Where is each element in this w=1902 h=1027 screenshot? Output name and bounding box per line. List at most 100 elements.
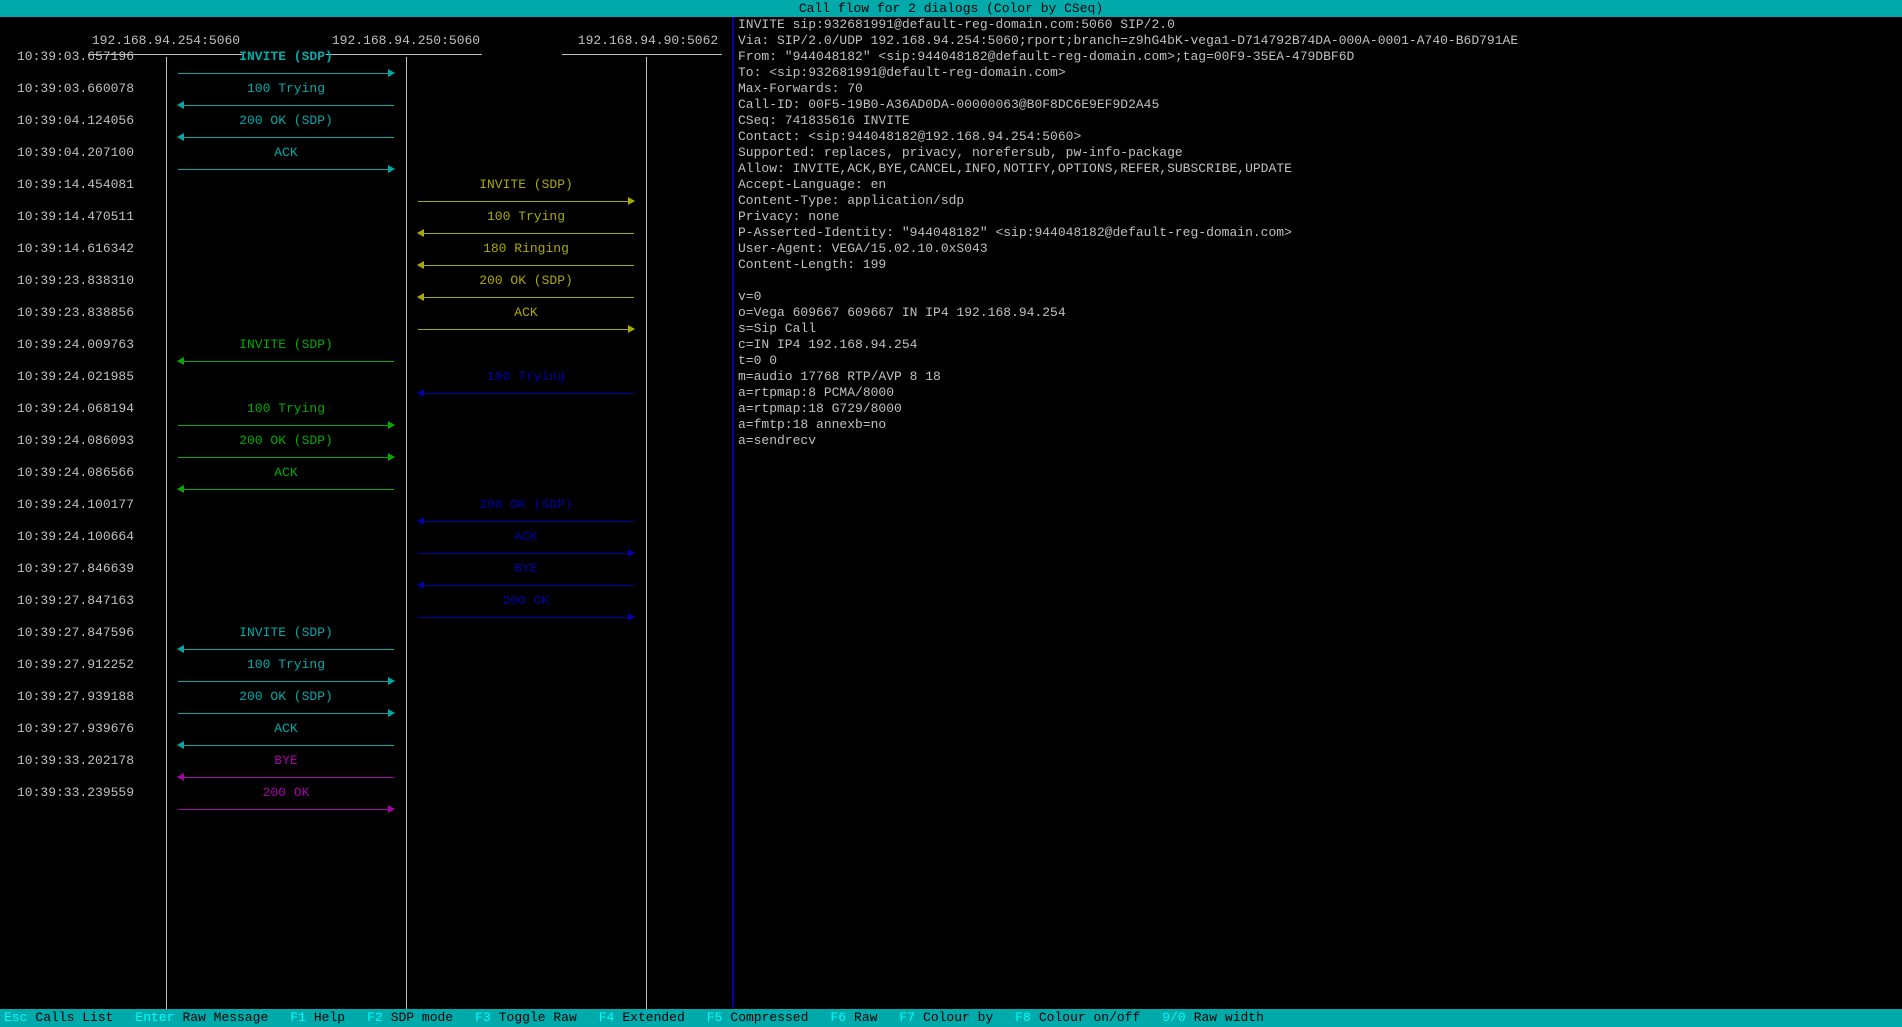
message-timestamp[interactable]: 10:39:04.207100 <box>17 145 134 160</box>
message-timestamp[interactable]: 10:39:03.657196 <box>17 49 134 64</box>
shortcut-key[interactable]: F4 <box>599 1010 615 1025</box>
message-arrow[interactable] <box>178 73 394 74</box>
message-timestamp[interactable]: 10:39:23.838310 <box>17 273 134 288</box>
message-timestamp[interactable]: 10:39:14.454081 <box>17 177 134 192</box>
message-timestamp[interactable]: 10:39:27.939188 <box>17 689 134 704</box>
arrow-left-icon <box>417 517 424 525</box>
panel-divider <box>732 17 734 1007</box>
message-timestamp[interactable]: 10:39:04.124056 <box>17 113 134 128</box>
call-flow-panel[interactable]: 192.168.94.254:5060 192.168.94.250:5060 19… <box>0 17 732 1010</box>
message-arrow[interactable] <box>178 713 394 714</box>
message-arrow[interactable] <box>418 617 634 618</box>
message-label[interactable]: ACK <box>418 305 634 320</box>
message-label[interactable]: 100 Trying <box>418 209 634 224</box>
message-arrow[interactable] <box>178 425 394 426</box>
host-label: 192.168.94.254:5060 <box>91 33 241 48</box>
message-label[interactable]: 200 OK (SDP) <box>178 113 394 128</box>
message-label[interactable]: 200 OK <box>418 593 634 608</box>
message-label[interactable]: INVITE (SDP) <box>178 49 394 64</box>
message-label[interactable]: INVITE (SDP) <box>178 337 394 352</box>
message-arrow[interactable] <box>178 681 394 682</box>
message-timestamp[interactable]: 10:39:24.100664 <box>17 529 134 544</box>
message-arrow[interactable] <box>178 649 394 650</box>
raw-message-line: m=audio 17768 RTP/AVP 8 18 <box>738 369 941 384</box>
shortcut-key[interactable]: F7 <box>899 1010 915 1025</box>
message-label[interactable]: 200 OK <box>178 785 394 800</box>
message-timestamp[interactable]: 10:39:27.846639 <box>17 561 134 576</box>
message-timestamp[interactable]: 10:39:27.939676 <box>17 721 134 736</box>
shortcut-key[interactable]: 9/0 <box>1162 1010 1185 1025</box>
message-arrow[interactable] <box>418 297 634 298</box>
message-timestamp[interactable]: 10:39:24.086093 <box>17 433 134 448</box>
message-arrow[interactable] <box>178 105 394 106</box>
message-timestamp[interactable]: 10:39:24.068194 <box>17 401 134 416</box>
shortcut-key[interactable]: Enter <box>135 1010 174 1025</box>
message-label[interactable]: INVITE (SDP) <box>418 177 634 192</box>
message-label[interactable]: 200 OK (SDP) <box>418 273 634 288</box>
shortcut-key[interactable]: F1 <box>290 1010 306 1025</box>
message-label[interactable]: 100 Trying <box>178 81 394 96</box>
shortcut-key[interactable]: F3 <box>475 1010 491 1025</box>
message-timestamp[interactable]: 10:39:03.660078 <box>17 81 134 96</box>
message-label[interactable]: 180 Ringing <box>418 241 634 256</box>
shortcut-label: Compressed <box>730 1010 809 1025</box>
message-label[interactable]: 200 OK (SDP) <box>178 689 394 704</box>
message-arrow[interactable] <box>418 233 634 234</box>
message-arrow[interactable] <box>418 553 634 554</box>
message-arrow[interactable] <box>178 361 394 362</box>
message-arrow[interactable] <box>178 809 394 810</box>
arrow-left-icon <box>417 389 424 397</box>
message-timestamp[interactable]: 10:39:24.100177 <box>17 497 134 512</box>
message-label[interactable]: INVITE (SDP) <box>178 625 394 640</box>
message-timestamp[interactable]: 10:39:27.912252 <box>17 657 134 672</box>
message-arrow[interactable] <box>418 585 634 586</box>
message-timestamp[interactable]: 10:39:24.086566 <box>17 465 134 480</box>
message-label[interactable]: 100 Trying <box>178 401 394 416</box>
raw-message-panel[interactable]: INVITE sip:932681991@default-reg-domain.… <box>738 17 1898 1007</box>
message-arrow[interactable] <box>178 457 394 458</box>
message-arrow[interactable] <box>178 137 394 138</box>
message-arrow[interactable] <box>178 489 394 490</box>
message-arrow[interactable] <box>418 329 634 330</box>
raw-message-line: Via: SIP/2.0/UDP 192.168.94.254:5060;rpo… <box>738 33 1519 48</box>
raw-message-line: t=0 0 <box>738 353 778 368</box>
raw-message-line: c=IN IP4 192.168.94.254 <box>738 337 918 352</box>
message-timestamp[interactable]: 10:39:33.239559 <box>17 785 134 800</box>
shortcut-key[interactable]: Esc <box>4 1010 27 1025</box>
message-timestamp[interactable]: 10:39:33.202178 <box>17 753 134 768</box>
message-timestamp[interactable]: 10:39:24.009763 <box>17 337 134 352</box>
shortcut-key[interactable]: F6 <box>830 1010 846 1025</box>
message-label[interactable]: 200 OK (SDP) <box>418 497 634 512</box>
message-label[interactable]: ACK <box>178 145 394 160</box>
shortcut-label: Raw Message <box>182 1010 269 1025</box>
message-arrow[interactable] <box>418 265 634 266</box>
message-label[interactable]: ACK <box>418 529 634 544</box>
message-arrow[interactable] <box>418 393 634 394</box>
raw-message-line: a=rtpmap:8 PCMA/8000 <box>738 385 895 400</box>
message-arrow[interactable] <box>178 169 394 170</box>
message-label[interactable]: ACK <box>178 465 394 480</box>
message-arrow[interactable] <box>178 777 394 778</box>
message-label[interactable]: BYE <box>178 753 394 768</box>
message-label[interactable]: BYE <box>418 561 634 576</box>
message-timestamp[interactable]: 10:39:14.470511 <box>17 209 134 224</box>
message-timestamp[interactable]: 10:39:23.838856 <box>17 305 134 320</box>
message-timestamp[interactable]: 10:39:27.847163 <box>17 593 134 608</box>
message-arrow[interactable] <box>418 521 634 522</box>
message-timestamp[interactable]: 10:39:24.021985 <box>17 369 134 384</box>
message-timestamp[interactable]: 10:39:27.847596 <box>17 625 134 640</box>
message-label[interactable]: 200 OK (SDP) <box>178 433 394 448</box>
raw-message-line <box>738 273 1898 289</box>
raw-message-line: Call-ID: 00F5-19B0-A36AD0DA-00000063@B0F… <box>738 97 1160 112</box>
message-label[interactable]: 100 Trying <box>178 657 394 672</box>
message-label[interactable]: ACK <box>178 721 394 736</box>
message-timestamp[interactable]: 10:39:14.616342 <box>17 241 134 256</box>
arrow-right-icon <box>388 677 395 685</box>
shortcut-key[interactable]: F5 <box>707 1010 723 1025</box>
message-label[interactable]: 100 Trying <box>418 369 634 384</box>
message-arrow[interactable] <box>178 745 394 746</box>
shortcut-key[interactable]: F8 <box>1015 1010 1031 1025</box>
lifeline <box>646 57 647 1010</box>
shortcut-key[interactable]: F2 <box>367 1010 383 1025</box>
message-arrow[interactable] <box>418 201 634 202</box>
